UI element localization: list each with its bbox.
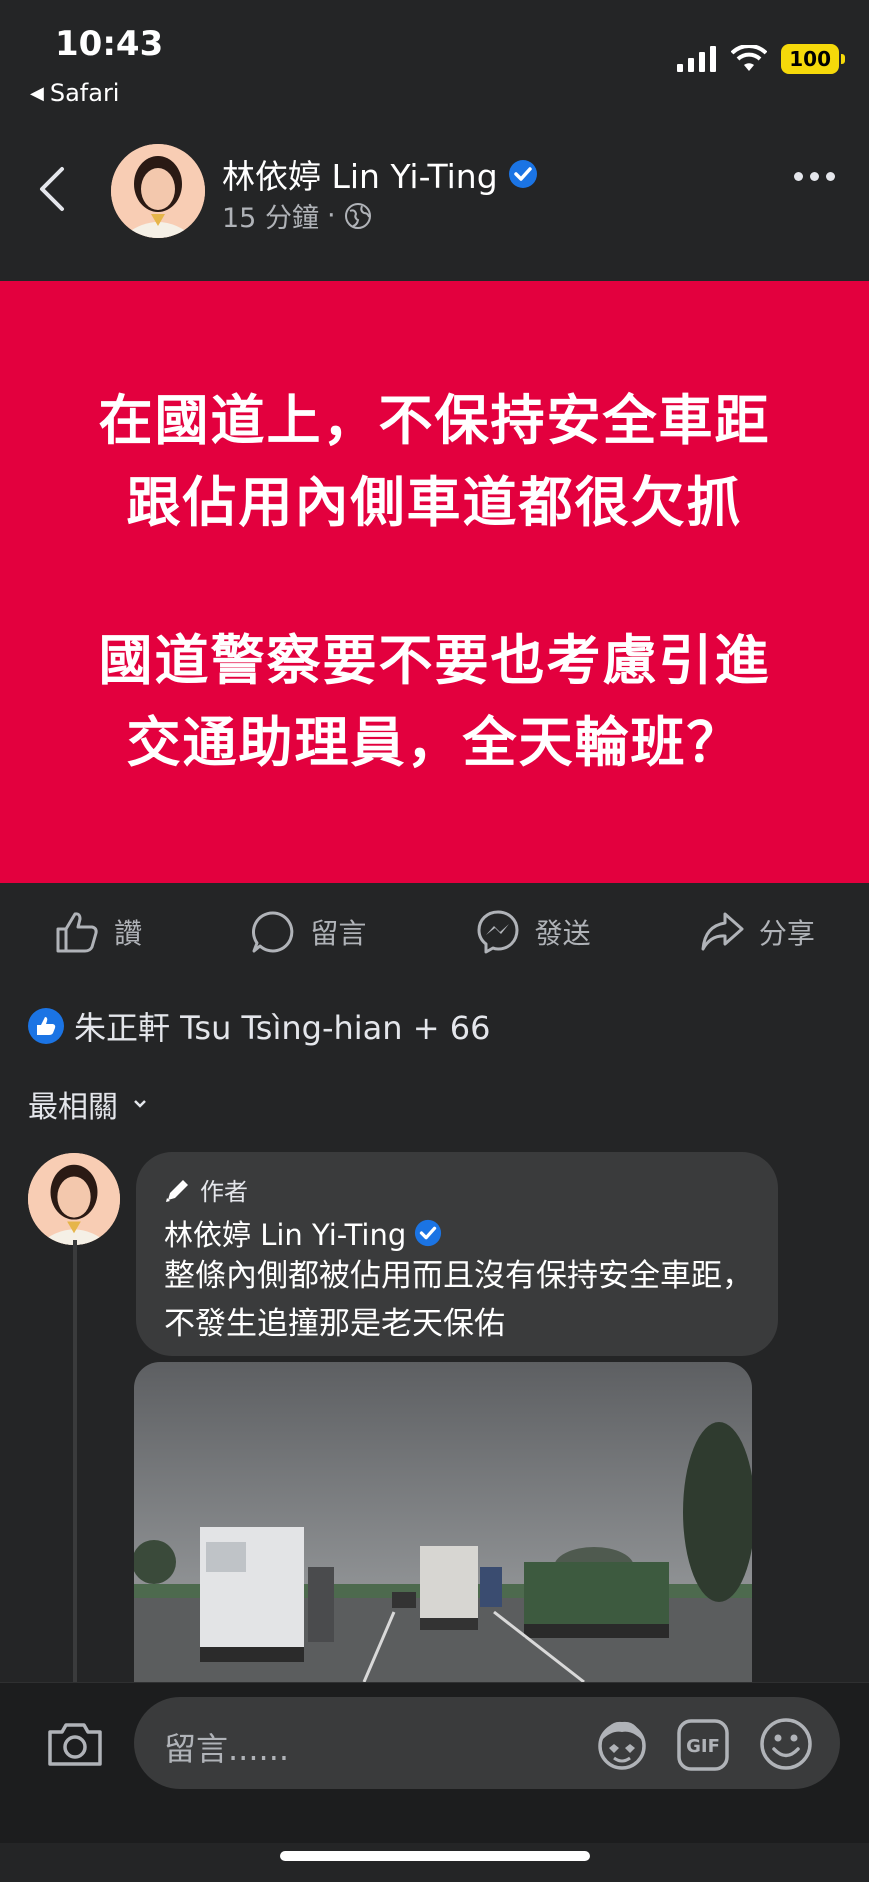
comment-sort-dropdown[interactable]: 最相關: [28, 1082, 148, 1126]
status-indicators: 100: [677, 44, 845, 74]
meta-separator: ·: [326, 200, 336, 231]
like-icon: [56, 912, 98, 953]
banner-line-4: 交通助理員，全天輪班？: [126, 711, 743, 774]
post-author-name[interactable]: 林依婷 Lin Yi-Ting: [222, 150, 498, 198]
send-button[interactable]: 發送: [475, 909, 591, 955]
messenger-icon: [477, 910, 519, 954]
post-meta: 15 分鐘 ·: [222, 196, 372, 235]
home-indicator[interactable]: [280, 1851, 590, 1861]
send-label: 發送: [534, 917, 591, 950]
verified-badge-icon: [415, 1219, 442, 1247]
like-reaction-icon: [28, 1008, 64, 1044]
comment-video[interactable]: [134, 1362, 752, 1682]
author-avatar[interactable]: [111, 144, 205, 238]
post-time[interactable]: 15 分鐘: [222, 196, 319, 235]
banner-line-2: 跟佔用內側車道都很欠抓: [126, 471, 743, 534]
comment-author[interactable]: 林依婷 Lin Yi-Ting: [164, 1212, 442, 1254]
gif-icon: GIF: [677, 1719, 729, 1771]
avatar-sticker-button[interactable]: [594, 1716, 650, 1776]
back-chevron-icon: [40, 167, 64, 211]
signal-icon: [677, 46, 717, 72]
share-label: 分享: [758, 917, 815, 950]
comment-placeholder: 留言......: [164, 1730, 290, 1768]
gif-button[interactable]: GIF: [676, 1718, 730, 1776]
share-button[interactable]: 分享: [699, 909, 815, 955]
comment-button[interactable]: 留言: [250, 909, 366, 955]
comment-label: 留言: [310, 917, 367, 950]
globe-icon: [344, 202, 371, 229]
pencil-icon: [166, 1179, 188, 1202]
comment-icon: [252, 911, 294, 953]
camera-button[interactable]: [46, 1720, 104, 1772]
emoji-icon: [760, 1718, 812, 1770]
chevron-down-icon: [134, 1100, 146, 1108]
thread-line: [73, 1240, 77, 1682]
author-tag-label: 作者: [200, 1178, 248, 1206]
post-action-bar: 讚 留言 發送 分享: [0, 894, 869, 970]
back-app-label: Safari: [49, 79, 120, 107]
post-banner[interactable]: 在國道上，不保持安全車距 跟佔用內側車道都很欠抓 國道警察要不要也考慮引進 交通…: [0, 281, 869, 883]
share-icon: [701, 912, 744, 951]
back-to-safari[interactable]: ◀ Safari: [30, 79, 119, 107]
more-options-button[interactable]: [794, 172, 835, 181]
camera-icon: [48, 1723, 102, 1766]
emoji-button[interactable]: [758, 1716, 814, 1776]
svg-text:GIF: GIF: [686, 1736, 720, 1757]
banner-line-3: 國道警察要不要也考慮引進: [98, 629, 771, 692]
like-label: 讚: [114, 917, 143, 950]
reactions-summary[interactable]: 朱正軒 Tsu Tsìng-hian + 66: [28, 1003, 490, 1049]
verified-badge-icon: [508, 160, 537, 188]
reactions-text: 朱正軒 Tsu Tsìng-hian + 66: [74, 1009, 491, 1047]
battery-indicator: 100: [781, 44, 845, 74]
comment-text: 整條內側都被佔用而且沒有保持安全車距，不發生追撞那是老天保佑: [164, 1258, 753, 1342]
post-author[interactable]: 林依婷 Lin Yi-Ting: [222, 150, 538, 198]
like-button[interactable]: 讚: [54, 909, 142, 955]
more-icon: [794, 172, 803, 181]
avatar-sticker-icon: [598, 1721, 646, 1770]
banner-line-1: 在國道上，不保持安全車距: [98, 389, 771, 452]
back-triangle-icon: ◀: [30, 82, 44, 104]
comment-avatar[interactable]: [28, 1153, 120, 1245]
wifi-icon: [731, 45, 768, 71]
comment-author-name[interactable]: 林依婷 Lin Yi-Ting: [164, 1212, 406, 1254]
author-tag: 作者: [164, 1172, 248, 1207]
status-time: 10:43: [55, 24, 164, 64]
back-button[interactable]: [38, 166, 66, 216]
sort-label: 最相關: [28, 1090, 118, 1125]
